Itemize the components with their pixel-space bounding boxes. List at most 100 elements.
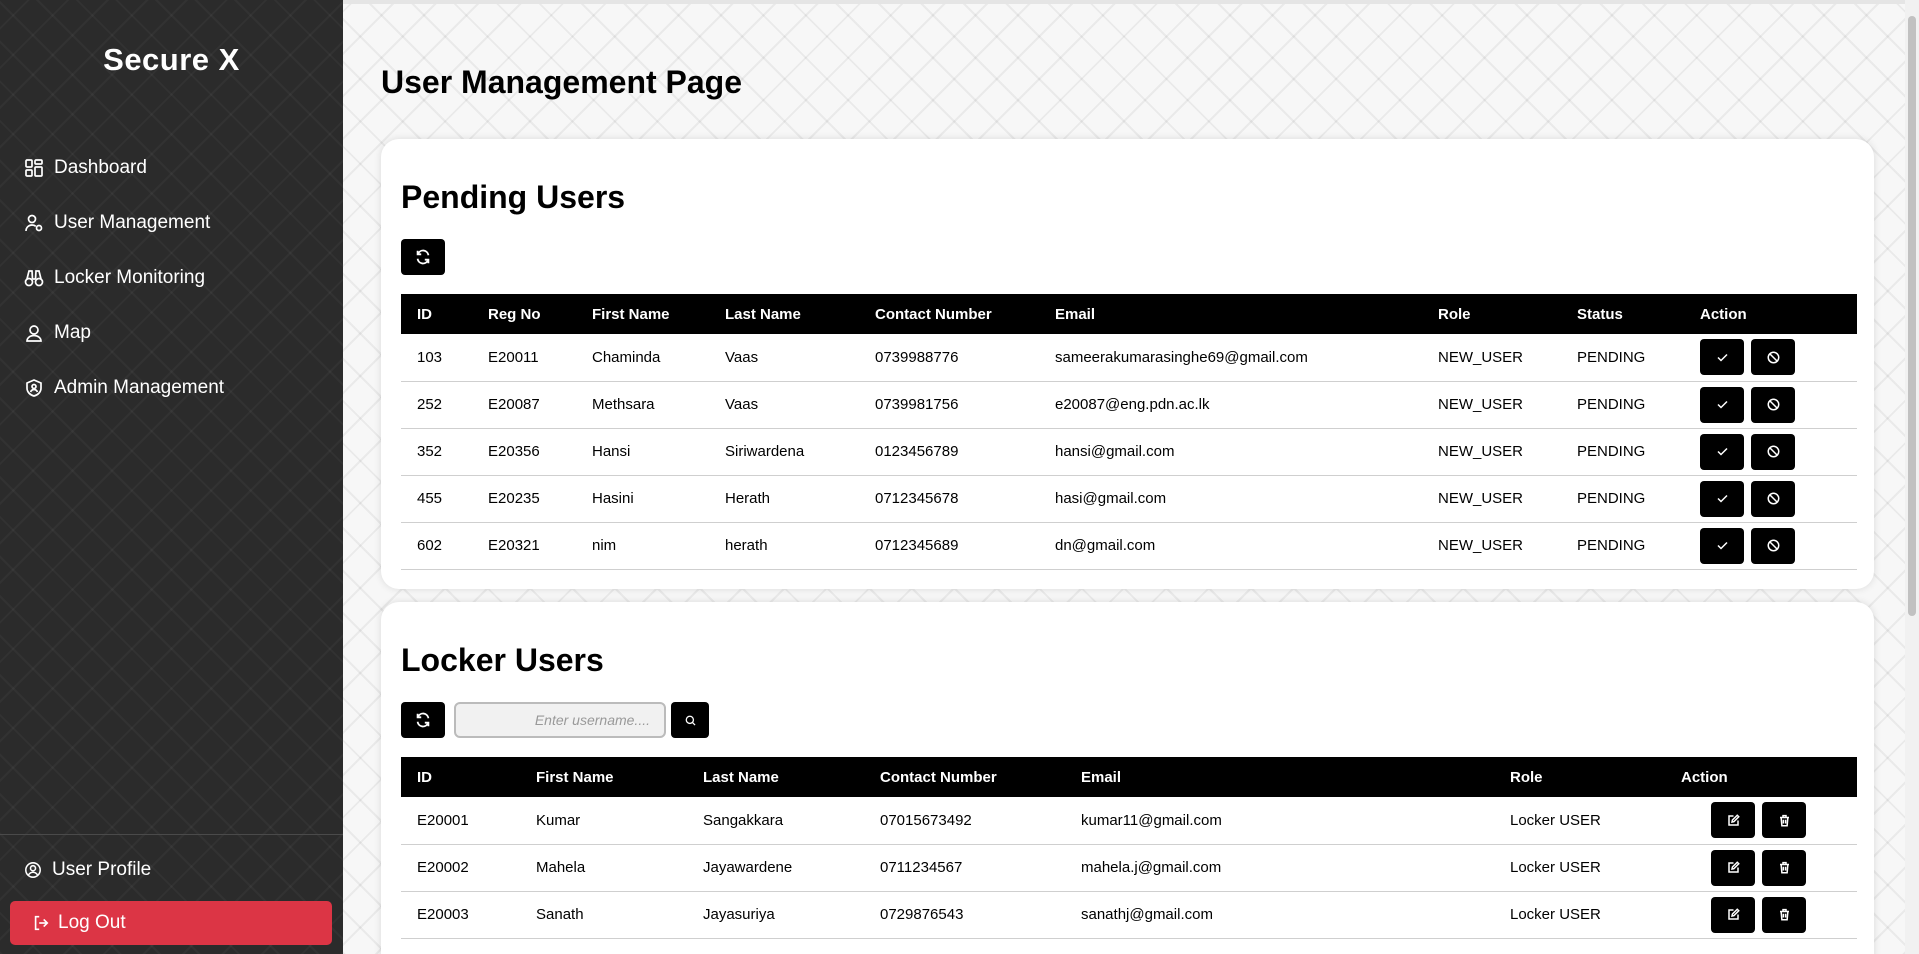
delete-button[interactable]	[1762, 896, 1806, 933]
sidebar-item-label: Locker Monitoring	[54, 266, 206, 288]
cell-id: 103	[401, 334, 472, 382]
reject-button[interactable]	[1751, 386, 1795, 423]
cell-role: NEW_USER	[1422, 522, 1561, 570]
shield-user-icon	[26, 378, 42, 397]
cell-last-name: herath	[709, 522, 859, 570]
column-header: Last Name	[725, 305, 801, 323]
cell-contact: 0729876543	[864, 891, 1065, 939]
username-search-input[interactable]	[454, 702, 666, 738]
cell-first-name: Methsara	[576, 381, 709, 429]
cell-first-name: Hasini	[576, 475, 709, 523]
cell-role: NEW_USER	[1422, 381, 1561, 429]
approve-button[interactable]	[1700, 339, 1744, 376]
page-title: User Management Page	[381, 64, 743, 100]
edit-button[interactable]	[1711, 849, 1755, 886]
sidebar-item-admin-management[interactable]: Admin Management	[0, 360, 343, 415]
locker-users-title: Locker Users	[401, 642, 604, 678]
column-header: ID	[417, 768, 432, 786]
cell-first-name: Hansi	[576, 428, 709, 476]
edit-button[interactable]	[1711, 896, 1755, 933]
cell-status: PENDING	[1561, 522, 1684, 570]
cell-status: PENDING	[1561, 381, 1684, 429]
cell-first-name: Mahela	[520, 844, 687, 892]
table-row: 602 E20321 nim herath 0712345689 dn@gmai…	[401, 522, 1857, 570]
cell-reg: E20235	[472, 475, 576, 523]
table-row: E20003 Sanath Jayasuriya 0729876543 sana…	[401, 891, 1857, 939]
cell-first-name: nim	[576, 522, 709, 570]
cell-action	[1684, 475, 1857, 523]
vertical-scrollbar[interactable]	[1905, 0, 1919, 954]
cell-status: PENDING	[1561, 334, 1684, 382]
check-icon	[1716, 541, 1728, 550]
sidebar-item-map[interactable]: Map	[0, 305, 343, 360]
cell-role: Locker USER	[1494, 797, 1665, 845]
cell-first-name: Sanath	[520, 891, 687, 939]
block-icon	[1767, 398, 1779, 411]
delete-button[interactable]	[1762, 849, 1806, 886]
cell-action	[1684, 428, 1857, 476]
user-profile-link[interactable]: User Profile	[0, 845, 343, 895]
refresh-locker-button[interactable]	[401, 702, 445, 738]
cell-id: E20003	[401, 891, 520, 939]
cell-id: E20001	[401, 797, 520, 845]
approve-button[interactable]	[1700, 386, 1744, 423]
refresh-icon	[416, 249, 430, 265]
cell-role: NEW_USER	[1422, 475, 1561, 523]
delete-button[interactable]	[1762, 802, 1806, 839]
column-header: Contact Number	[880, 768, 997, 786]
sidebar-item-dashboard[interactable]: Dashboard	[0, 140, 343, 195]
check-icon	[1716, 494, 1728, 503]
column-header: Contact Number	[875, 305, 992, 323]
table-row: E20001 Kumar Sangakkara 07015673492 kuma…	[401, 797, 1857, 845]
cell-id: 252	[401, 381, 472, 429]
column-header: ID	[417, 305, 432, 323]
table-row: E20002 Mahela Jayawardene 0711234567 mah…	[401, 844, 1857, 892]
approve-button[interactable]	[1700, 480, 1744, 517]
column-header: Action	[1681, 768, 1728, 786]
sidebar-item-label: Admin Management	[54, 376, 225, 398]
scrollbar-thumb[interactable]	[1908, 16, 1916, 616]
cell-last-name: Herath	[709, 475, 859, 523]
cell-id: 352	[401, 428, 472, 476]
table-row: 252 E20087 Methsara Vaas 0739981756 e200…	[401, 381, 1857, 429]
sidebar-item-user-management[interactable]: User Management	[0, 195, 343, 250]
reject-button[interactable]	[1751, 339, 1795, 376]
check-icon	[1716, 400, 1728, 409]
table-header-row: ID First Name Last Name Contact Number E…	[401, 757, 1857, 797]
user-circle-icon	[25, 862, 41, 878]
column-header: Email	[1055, 305, 1096, 323]
cell-reg: E20011	[472, 334, 576, 382]
cell-reg: E20087	[472, 381, 576, 429]
search-icon	[685, 715, 696, 726]
cell-first-name: Kumar	[520, 797, 687, 845]
cell-action	[1665, 891, 1857, 939]
edit-button[interactable]	[1711, 802, 1755, 839]
logout-button[interactable]: Log Out	[10, 901, 332, 945]
column-header: Role	[1438, 305, 1471, 323]
column-header: First Name	[592, 305, 670, 323]
sidebar-item-locker-monitoring[interactable]: Locker Monitoring	[0, 250, 343, 305]
cell-last-name: Vaas	[709, 334, 859, 382]
cell-id: 455	[401, 475, 472, 523]
pending-users-title: Pending Users	[401, 179, 626, 215]
cell-reg: E20356	[472, 428, 576, 476]
cell-contact: 07015673492	[864, 797, 1065, 845]
cell-last-name: Jayasuriya	[687, 891, 864, 939]
search-button[interactable]	[671, 702, 709, 738]
reject-button[interactable]	[1751, 527, 1795, 564]
approve-button[interactable]	[1700, 433, 1744, 470]
approve-button[interactable]	[1700, 527, 1744, 564]
reject-button[interactable]	[1751, 433, 1795, 470]
pending-users-card: Pending Users ID Reg No First Name Last …	[381, 139, 1874, 589]
refresh-pending-button[interactable]	[401, 239, 445, 275]
map-pin-icon	[26, 324, 42, 342]
column-header: Action	[1700, 305, 1747, 323]
sidebar-item-label: Dashboard	[54, 156, 147, 178]
reject-button[interactable]	[1751, 480, 1795, 517]
main-content: User Management Page Pending Users ID Re…	[343, 0, 1905, 954]
cell-reg: E20321	[472, 522, 576, 570]
block-icon	[1767, 445, 1779, 458]
cell-email: kumar11@gmail.com	[1065, 797, 1494, 845]
pending-users-table: ID Reg No First Name Last Name Contact N…	[401, 294, 1857, 570]
cell-contact: 0123456789	[859, 428, 1039, 476]
